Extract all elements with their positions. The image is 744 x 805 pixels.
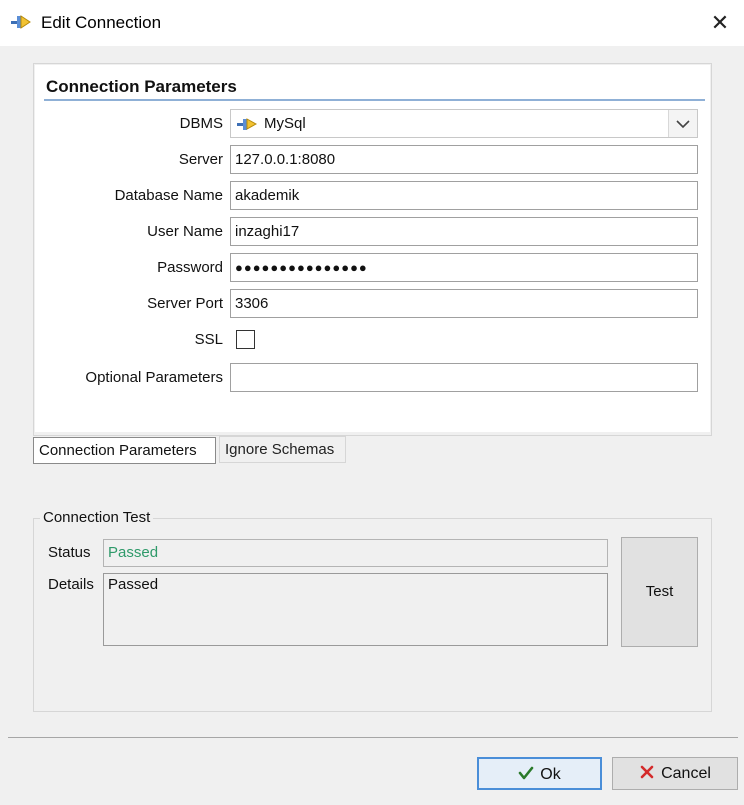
details-label: Details: [48, 576, 94, 593]
server-label: Server: [178, 151, 223, 168]
database-name-label: Database Name: [114, 187, 223, 204]
optional-parameters-label: Optional Parameters: [85, 369, 223, 386]
optional-parameters-field[interactable]: [230, 363, 698, 392]
server-port-field[interactable]: 3306: [230, 289, 698, 318]
mysql-driver-icon: [237, 118, 258, 130]
ssl-checkbox[interactable]: [236, 330, 255, 349]
cancel-button[interactable]: Cancel: [612, 757, 738, 790]
footer-divider: [8, 737, 738, 738]
dbms-select[interactable]: MySql: [230, 109, 698, 138]
close-button[interactable]: ✕: [702, 6, 738, 40]
ssl-label: SSL: [194, 331, 223, 348]
server-field[interactable]: 127.0.0.1:8080: [230, 145, 698, 174]
details-textarea[interactable]: Passed: [103, 573, 608, 646]
tab-connection-parameters[interactable]: Connection Parameters: [33, 437, 216, 464]
password-label: Password: [157, 259, 223, 276]
cancel-label: Cancel: [661, 765, 711, 782]
x-cross-icon: [640, 765, 654, 779]
database-name-field[interactable]: akademik: [230, 181, 698, 210]
status-label: Status: [48, 544, 91, 561]
test-button[interactable]: Test: [621, 537, 698, 647]
database-connection-icon: [11, 15, 31, 29]
dropdown-arrow[interactable]: [668, 110, 697, 137]
user-name-label: User Name: [147, 223, 223, 240]
ok-button[interactable]: Ok: [477, 757, 602, 790]
chevron-down-icon: [676, 120, 690, 129]
section-title: Connection Parameters: [46, 77, 237, 96]
password-field[interactable]: ●●●●●●●●●●●●●●●: [230, 253, 698, 282]
user-name-field[interactable]: inzaghi17: [230, 217, 698, 246]
checkmark-icon: [518, 766, 534, 780]
ok-label: Ok: [540, 766, 561, 783]
section-divider: [44, 99, 705, 101]
dbms-selected-value: MySql: [264, 115, 306, 132]
status-value: Passed: [103, 539, 608, 567]
server-port-label: Server Port: [147, 295, 223, 312]
connection-test-title: Connection Test: [40, 509, 154, 526]
dbms-label: DBMS: [179, 115, 223, 132]
tab-ignore-schemas[interactable]: Ignore Schemas: [219, 436, 346, 463]
title-bar: Edit Connection ✕: [0, 0, 744, 46]
window-title: Edit Connection: [41, 13, 162, 32]
